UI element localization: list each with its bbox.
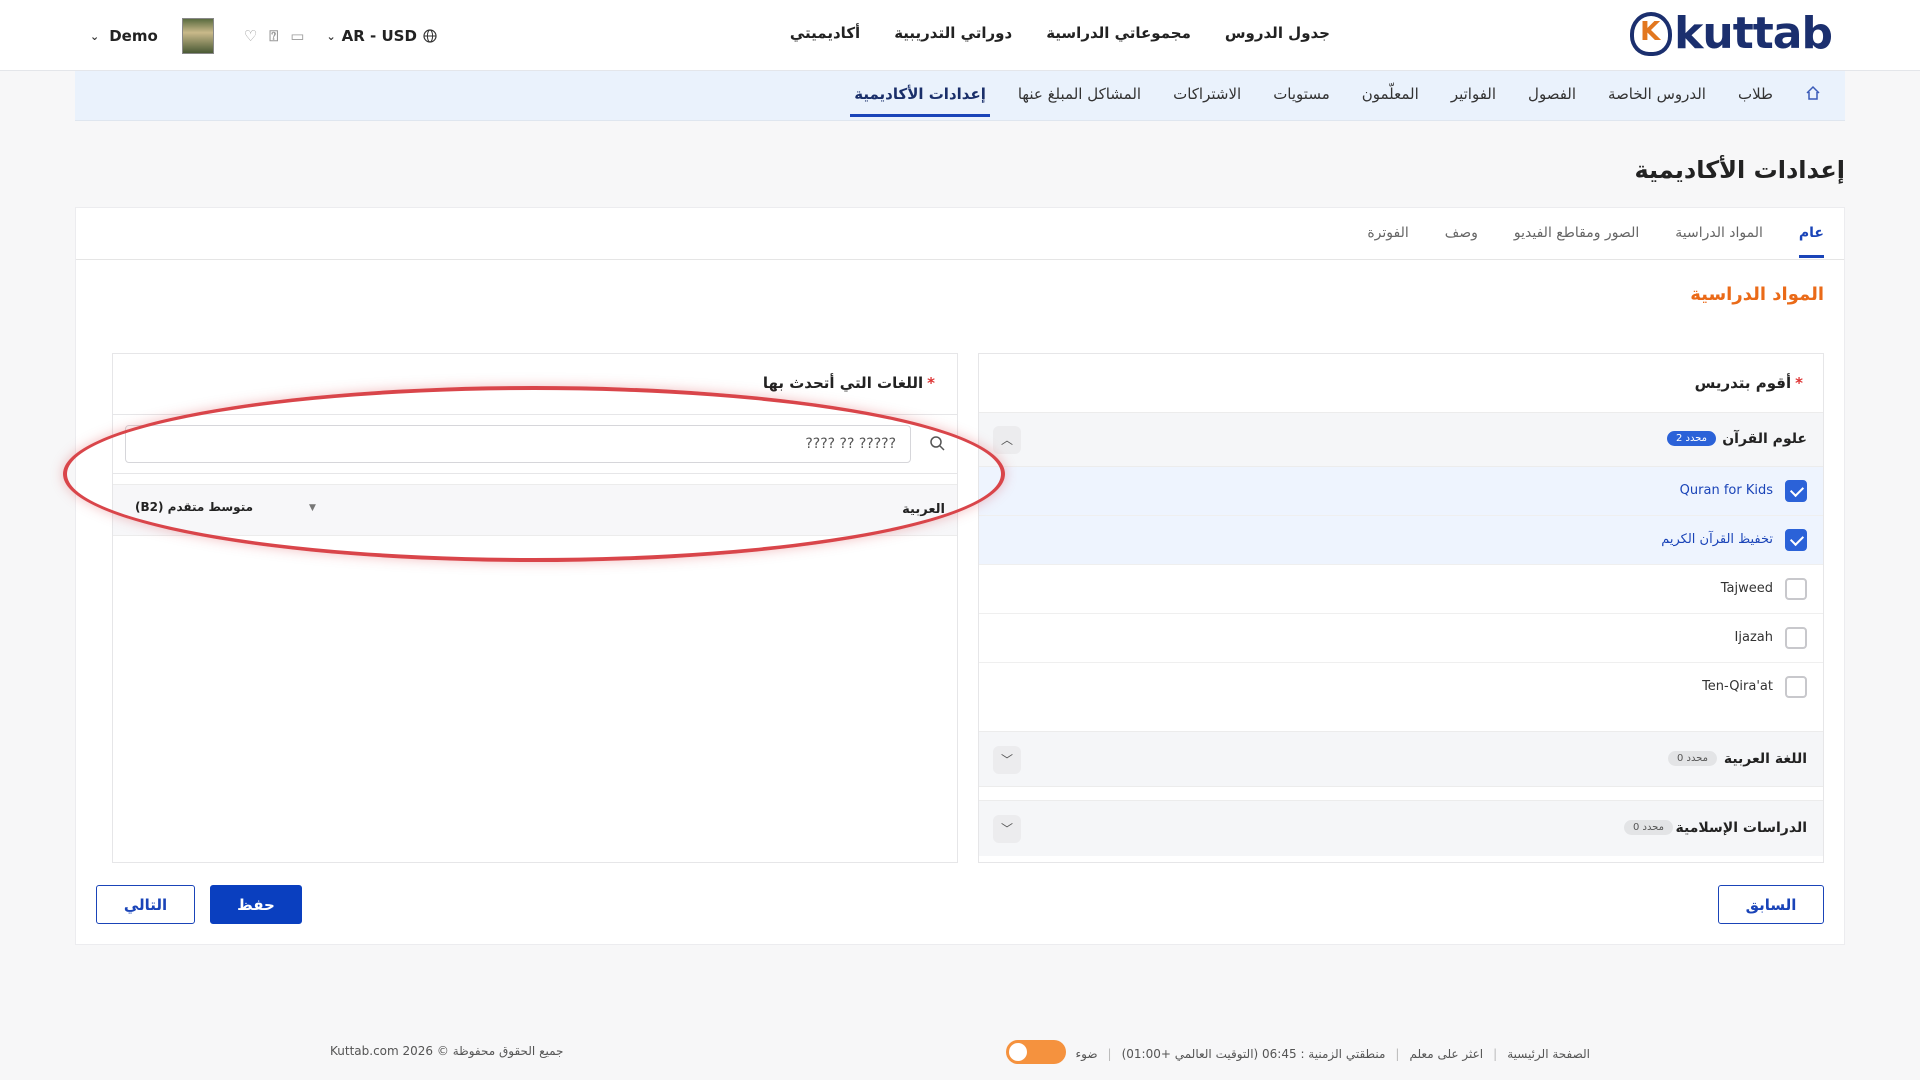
subjects-panel: أقوم بتدريس * علوم القرآن 2 محدد ︿ Quran … bbox=[978, 353, 1824, 863]
globe-icon bbox=[423, 29, 437, 43]
item-label: Tajweed bbox=[1720, 581, 1773, 596]
logo-mark-icon bbox=[1630, 12, 1673, 56]
subnav-subscriptions[interactable]: الاشتراكات bbox=[1173, 85, 1241, 103]
chevron-down-icon[interactable]: ﹀ bbox=[993, 746, 1021, 774]
nav-my-courses[interactable]: دوراتي التدريبية bbox=[894, 24, 1012, 42]
list-item[interactable]: Ijazah bbox=[979, 614, 1823, 663]
footer-home-link[interactable]: الصفحة الرئيسية bbox=[1507, 1047, 1590, 1061]
chevron-down-icon[interactable]: ﹀ bbox=[993, 815, 1021, 843]
user-name[interactable]: Demo bbox=[109, 27, 158, 45]
language-level-select[interactable]: متوسط متقدم (B2) bbox=[135, 500, 253, 514]
subject-group-islamic-studies[interactable]: الدراسات الإسلامية 0 محدد ﹀ bbox=[979, 800, 1823, 856]
footer-copyright: جميع الحقوق محفوظة © 2026 Kuttab.com bbox=[330, 1044, 564, 1058]
checkbox[interactable] bbox=[1785, 529, 1807, 551]
kuttab-logo[interactable]: kuttab bbox=[1630, 8, 1833, 59]
subnav-levels[interactable]: مستويات bbox=[1273, 85, 1330, 103]
checkbox[interactable] bbox=[1785, 676, 1807, 698]
logo-text: kuttab bbox=[1674, 8, 1833, 59]
footer: الصفحة الرئيسية | اعثر على معلم | منطقتي… bbox=[0, 1040, 1920, 1064]
group-name: علوم القرآن bbox=[1722, 431, 1807, 447]
previous-button[interactable]: السابق bbox=[1718, 885, 1824, 924]
currency-selector[interactable]: ⌄ AR - USD bbox=[326, 27, 437, 45]
list-item[interactable]: Tajweed bbox=[979, 565, 1823, 614]
tab-description[interactable]: وصف bbox=[1445, 225, 1478, 241]
list-item[interactable]: Ten-Qira'at bbox=[979, 663, 1823, 712]
academy-subnav: طلاب الدروس الخاصة الفصول الفواتير المعل… bbox=[75, 71, 1845, 121]
subnav-classes[interactable]: الفصول bbox=[1528, 85, 1576, 103]
currency-label: AR - USD bbox=[341, 27, 417, 45]
subjects-label: أقوم بتدريس * bbox=[1694, 374, 1803, 392]
tab-media[interactable]: الصور ومقاطع الفيديو bbox=[1514, 225, 1639, 241]
nav-study-groups[interactable]: مجموعاتي الدراسية bbox=[1046, 24, 1191, 42]
section-title: المواد الدراسية bbox=[1690, 284, 1824, 305]
subnav-teachers[interactable]: المعلّمون bbox=[1362, 85, 1419, 103]
subnav-reported-issues[interactable]: المشاكل المبلغ عنها bbox=[1018, 85, 1141, 103]
theme-toggle[interactable] bbox=[1005, 1040, 1066, 1064]
tab-billing[interactable]: الفوترة bbox=[1367, 225, 1408, 241]
messages-icon[interactable]: ▭ bbox=[290, 27, 304, 45]
group-name: الدراسات الإسلامية bbox=[1675, 820, 1807, 836]
currency-chevron-icon: ⌄ bbox=[326, 29, 336, 43]
save-button[interactable]: حفظ bbox=[210, 885, 302, 924]
help-icon[interactable]: ⍰ bbox=[269, 27, 278, 45]
language-search bbox=[113, 414, 957, 474]
avatar[interactable] bbox=[181, 18, 214, 54]
footer-timezone: منطقتي الزمنية : 06:45 (التوقيت العالمي … bbox=[1121, 1047, 1386, 1061]
home-icon[interactable] bbox=[1805, 85, 1821, 101]
language-row: العربية ▼ متوسط متقدم (B2) bbox=[113, 484, 957, 536]
group-name: اللغة العربية bbox=[1723, 751, 1807, 767]
checkbox[interactable] bbox=[1785, 480, 1807, 502]
main-nav: جدول الدروس مجموعاتي الدراسية دوراتي الت… bbox=[790, 24, 1330, 42]
item-label: Ijazah bbox=[1734, 630, 1773, 645]
group-header[interactable]: علوم القرآن 2 محدد ︿ bbox=[979, 413, 1823, 467]
item-label: Ten-Qira'at bbox=[1702, 679, 1773, 694]
user-menu-chevron-icon[interactable]: ⌄ bbox=[90, 30, 99, 43]
page-title: إعدادات الأكاديمية bbox=[1634, 156, 1845, 184]
search-icon bbox=[930, 436, 945, 451]
subnav-students[interactable]: طلاب bbox=[1738, 85, 1773, 103]
subject-group-arabic[interactable]: اللغة العربية 0 محدد ﹀ bbox=[979, 731, 1823, 787]
header-icons: ♡ ⍰ ▭ bbox=[244, 27, 305, 45]
language-name: العربية bbox=[902, 502, 945, 517]
theme-label: ضوء bbox=[1075, 1047, 1098, 1061]
chevron-up-icon[interactable]: ︿ bbox=[993, 426, 1021, 454]
item-label: تخفيظ القرآن الكريم bbox=[1661, 532, 1773, 547]
checkbox[interactable] bbox=[1785, 578, 1807, 600]
selected-count-badge: 0 محدد bbox=[1623, 820, 1673, 835]
subnav-private-lessons[interactable]: الدروس الخاصة bbox=[1608, 85, 1706, 103]
settings-card: عام المواد الدراسية الصور ومقاطع الفيديو… bbox=[75, 207, 1845, 945]
selected-count-badge: 2 محدد bbox=[1666, 431, 1716, 446]
tab-general[interactable]: عام bbox=[1798, 225, 1825, 258]
tab-subjects[interactable]: المواد الدراسية bbox=[1675, 225, 1763, 241]
next-button[interactable]: التالي bbox=[96, 885, 195, 924]
item-label: Quran for Kids bbox=[1679, 483, 1773, 498]
footer-find-teacher-link[interactable]: اعثر على معلم bbox=[1409, 1047, 1483, 1061]
subject-group-quran: علوم القرآن 2 محدد ︿ Quran for Kids تخفي… bbox=[979, 412, 1823, 712]
list-item[interactable]: Quran for Kids bbox=[979, 467, 1823, 516]
subnav-invoices[interactable]: الفواتير bbox=[1451, 85, 1496, 103]
selected-count-badge: 0 محدد bbox=[1667, 751, 1717, 766]
nav-my-academy[interactable]: أكاديميتي bbox=[790, 24, 860, 42]
header-user-area: ⌄ Demo ♡ ⍰ ▭ ⌄ AR - USD bbox=[90, 18, 437, 54]
top-header: kuttab جدول الدروس مجموعاتي الدراسية دور… bbox=[0, 0, 1920, 71]
favorites-heart-icon[interactable]: ♡ bbox=[244, 27, 257, 45]
nav-lessons-schedule[interactable]: جدول الدروس bbox=[1225, 24, 1330, 42]
checkbox[interactable] bbox=[1785, 627, 1807, 649]
caret-down-icon[interactable]: ▼ bbox=[309, 503, 316, 513]
languages-panel: اللغات التي أتحدث بها* العربية ▼ متوسط م… bbox=[112, 353, 958, 863]
settings-tabs: عام المواد الدراسية الصور ومقاطع الفيديو… bbox=[76, 208, 1844, 260]
search-input[interactable] bbox=[125, 425, 911, 463]
subnav-academy-settings[interactable]: إعدادات الأكاديمية bbox=[850, 85, 990, 117]
list-item[interactable]: تخفيظ القرآن الكريم bbox=[979, 516, 1823, 565]
languages-label: اللغات التي أتحدث بها * bbox=[762, 374, 935, 392]
